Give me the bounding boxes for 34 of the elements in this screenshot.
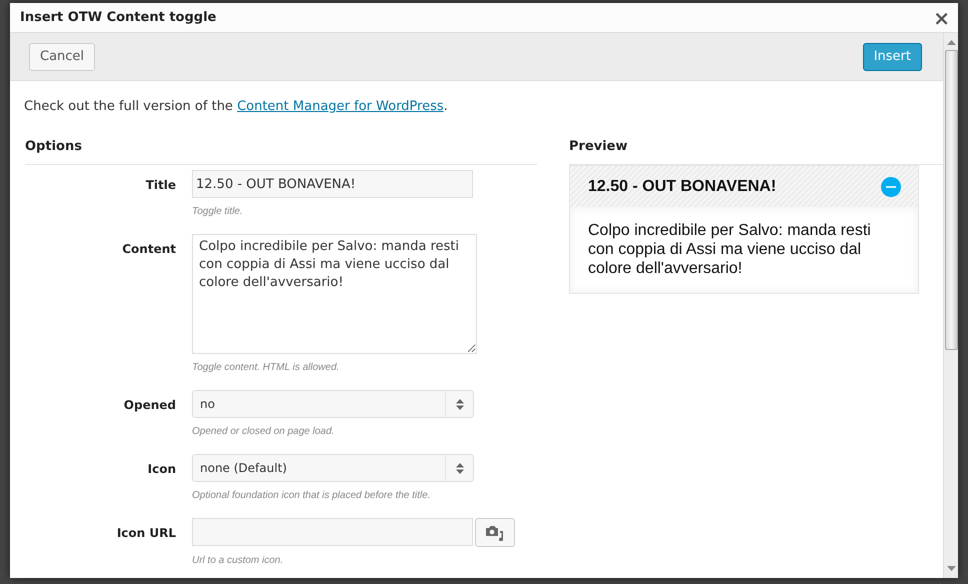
toggle-header[interactable]: 12.50 - OUT BONAVENA! bbox=[570, 166, 918, 207]
text-input[interactable]: 12.50 - OUT BONAVENA! bbox=[192, 170, 473, 198]
sort-icon bbox=[456, 462, 464, 474]
help-text: Toggle content. HTML is allowed. bbox=[192, 361, 340, 375]
select-field[interactable]: no bbox=[192, 390, 474, 418]
section-heading: Options bbox=[25, 136, 537, 165]
toggle-content: Colpo incredibile per Salvo: manda resti con coppia di Assi ma viene ucciso dal colore dell'avversario! bbox=[570, 207, 918, 293]
url-input[interactable] bbox=[192, 518, 473, 546]
field-label: Content bbox=[121, 241, 176, 258]
notice-text: Check out the full version of the Content Manager for WordPress. bbox=[23, 98, 449, 116]
cancel-button[interactable]: Cancel bbox=[29, 42, 96, 70]
dialog-title: Insert OTW Content toggle bbox=[20, 8, 216, 27]
help-text: Optional foundation icon that is placed before the title. bbox=[192, 489, 432, 503]
toggle-title: 12.50 - OUT BONAVENA! bbox=[588, 176, 776, 196]
field-label: Icon bbox=[146, 461, 176, 478]
help-text: Opened or closed on page load. bbox=[192, 425, 336, 439]
select-field[interactable]: none (Default) bbox=[192, 454, 474, 482]
section-heading: Preview bbox=[569, 136, 943, 165]
scroll-down-icon[interactable] bbox=[946, 566, 956, 572]
link[interactable]: Content Manager for WordPress bbox=[237, 99, 444, 114]
media-button[interactable] bbox=[475, 518, 515, 547]
help-text: Url to a custom icon. bbox=[192, 554, 284, 568]
field-label: Opened bbox=[122, 397, 176, 414]
field-label: Title bbox=[144, 177, 176, 194]
textarea-field[interactable]: Colpo incredibile per Salvo: manda resti con coppia di Assi ma viene ucciso dal colore dell'avversario! bbox=[192, 234, 477, 354]
field-label: Icon URL bbox=[116, 525, 176, 542]
scroll-up-icon[interactable] bbox=[946, 39, 956, 45]
camera-music-icon bbox=[485, 524, 505, 541]
collapse-icon[interactable] bbox=[881, 176, 901, 196]
sort-icon bbox=[456, 398, 464, 410]
help-text: Toggle title. bbox=[192, 205, 244, 219]
scrollbar-thumb[interactable] bbox=[944, 50, 958, 350]
close-button[interactable]: × bbox=[933, 8, 950, 28]
scrollbar[interactable] bbox=[943, 33, 958, 578]
